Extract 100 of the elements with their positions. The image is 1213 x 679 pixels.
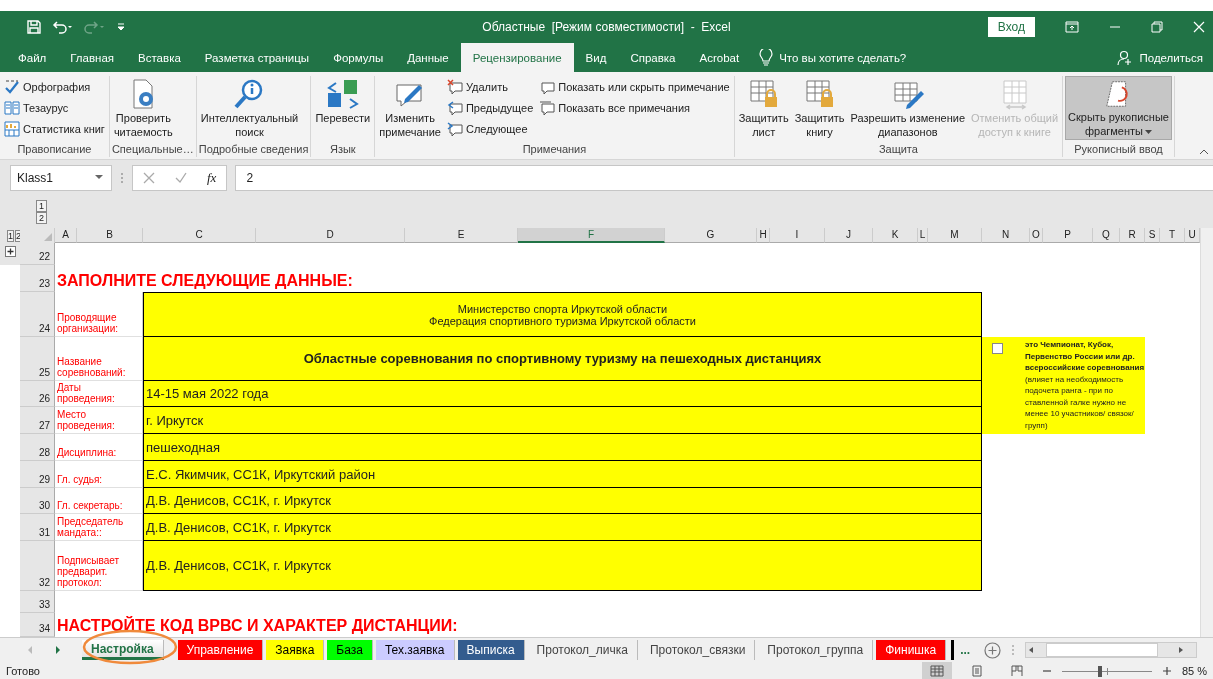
row-header[interactable]: 28 xyxy=(20,434,55,461)
ribbon-button[interactable]: Разрешить изменение диапазонов xyxy=(848,76,967,140)
sheet-tab[interactable]: Выписка xyxy=(457,640,525,660)
field-value[interactable]: пешеходная xyxy=(143,434,982,461)
sheet-tab[interactable]: Заявка xyxy=(266,640,325,660)
ribbon-button[interactable]: Тезаурус xyxy=(2,97,107,118)
ribbon-button[interactable]: Следующее xyxy=(444,118,536,139)
field-value[interactable]: Д.В. Денисов, СС1К, г. Иркутск xyxy=(143,541,982,591)
column-header[interactable]: I xyxy=(770,228,825,243)
row-header[interactable]: 33 xyxy=(20,591,55,613)
status-text: Готово xyxy=(6,664,40,677)
field-value[interactable]: Д.В. Денисов, СС1К, г. Иркутск xyxy=(143,514,982,541)
ribbon-button[interactable]: Орфография xyxy=(2,76,107,97)
column-header[interactable]: P xyxy=(1043,228,1093,243)
column-header[interactable]: K xyxy=(873,228,918,243)
more-tabs-button[interactable]: ... xyxy=(960,643,971,657)
group-label: Язык xyxy=(328,143,357,157)
window-title: Областные [Режим совместимости] - Excel xyxy=(482,20,731,34)
ribbon-button[interactable]: Предыдущее xyxy=(444,97,536,118)
zoom-level[interactable]: 85 % xyxy=(1181,664,1207,677)
menu-tab[interactable]: Справка xyxy=(618,43,688,72)
column-header[interactable]: L xyxy=(918,228,928,243)
menu-tab[interactable]: Вид xyxy=(573,43,619,72)
menu-tab[interactable]: Файл xyxy=(6,43,59,72)
ribbon-button[interactable]: Защитить лист xyxy=(736,76,791,140)
column-header[interactable]: Q xyxy=(1093,228,1120,243)
sheet-tab[interactable]: Тех.заявка xyxy=(375,640,455,660)
row-header[interactable]: 29 xyxy=(20,461,55,488)
sheet-tab[interactable]: Протокол_личка xyxy=(527,640,638,660)
ribbon-button[interactable]: Проверить читаемость xyxy=(111,76,175,140)
ribbon-button[interactable]: Показать все примечания xyxy=(537,97,732,118)
row-header[interactable]: 27 xyxy=(20,407,55,434)
column-header[interactable]: S xyxy=(1145,228,1160,243)
ribbon-button[interactable]: Перевести xyxy=(313,76,373,140)
outline-level-button[interactable]: 2 xyxy=(36,211,47,224)
column-header[interactable]: G xyxy=(665,228,757,243)
column-header[interactable]: J xyxy=(825,228,873,243)
column-header[interactable]: O xyxy=(1030,228,1043,243)
sign-in-button[interactable]: Вход xyxy=(987,17,1035,37)
name-box[interactable]: Klass1 xyxy=(10,164,112,191)
column-header[interactable]: B xyxy=(77,228,143,243)
row-header[interactable]: 25 xyxy=(20,337,55,381)
menu-tab[interactable]: Данные xyxy=(395,43,461,72)
menu-tab[interactable]: Рецензирование xyxy=(460,43,574,72)
row-header[interactable]: 31 xyxy=(20,514,55,541)
column-header[interactable]: A xyxy=(55,228,77,243)
group-label: Защита xyxy=(877,143,919,157)
sheet-tab[interactable]: Протокол_группа xyxy=(758,640,874,660)
group-label: Специальные… xyxy=(111,143,194,157)
ribbon-button[interactable]: Скрыть рукописные фрагменты xyxy=(1065,76,1172,140)
sheet-tab[interactable]: Настройка xyxy=(82,640,164,660)
sheet-tab[interactable]: Финишка xyxy=(876,640,947,660)
group-label: Рукописный ввод xyxy=(1073,143,1164,157)
column-header[interactable]: U xyxy=(1185,228,1200,243)
column-header[interactable]: D xyxy=(256,228,405,243)
sheet-tab[interactable]: Протокол_связки xyxy=(640,640,756,660)
menu-tab[interactable]: Разметка страницы xyxy=(192,43,322,72)
section-heading: ЗАПОЛНИТЕ СЛЕДУЮЩИЕ ДАННЫЕ: xyxy=(56,271,354,291)
field-value[interactable]: Министерство спорта Иркутской области Федерация спортивного туризма Иркутской области xyxy=(143,292,982,337)
row-header[interactable]: 24 xyxy=(20,292,55,337)
share-button[interactable]: Поделиться xyxy=(1139,51,1203,64)
row-header[interactable]: 30 xyxy=(20,488,55,514)
column-header[interactable]: H xyxy=(757,228,770,243)
group-label: Подробные сведения xyxy=(198,143,309,157)
row-header[interactable]: 26 xyxy=(20,381,55,407)
menu-tab[interactable]: Главная xyxy=(58,43,127,72)
column-header[interactable]: M xyxy=(928,228,982,243)
outline-level-button[interactable]: 1 xyxy=(36,199,47,212)
column-header[interactable]: T xyxy=(1160,228,1185,243)
field-value[interactable]: Областные соревнования по спортивному туризму на пешеходных дистанциях xyxy=(143,337,982,381)
field-value[interactable]: 14-15 мая 2022 года xyxy=(143,381,982,407)
ribbon-button[interactable]: Защитить книгу xyxy=(792,76,847,140)
field-value[interactable]: Д.В. Денисов, СС1К, г. Иркутск xyxy=(143,488,982,514)
menu-tab[interactable]: Acrobat xyxy=(687,43,752,72)
ribbon-button[interactable]: Показать или скрыть примечание xyxy=(537,76,732,97)
menu-tab[interactable]: Формулы xyxy=(321,43,396,72)
row-header[interactable]: 22 xyxy=(20,243,55,265)
column-header[interactable]: R xyxy=(1120,228,1145,243)
column-header[interactable]: E xyxy=(405,228,518,243)
menu-tab[interactable]: Вставка xyxy=(126,43,193,72)
field-value[interactable]: Е.С. Якимчик, СС1К, Иркутский район xyxy=(143,461,982,488)
column-header[interactable]: C xyxy=(143,228,256,243)
insert-function-button[interactable]: fx xyxy=(207,169,217,186)
formula-input[interactable]: 2 xyxy=(235,164,1213,191)
group-label: Правописание xyxy=(16,143,93,157)
note-text: это Чемпионат, Кубок, Первенство России или др. всероссийские соревнования (влияет на необходимость подочета ранга - при по ставленной галке нужно не менее 10 участников/ связок/ групп) xyxy=(1025,339,1145,432)
sheet-tab[interactable]: База xyxy=(327,640,373,660)
column-header[interactable]: N xyxy=(982,228,1030,243)
outline-level-button[interactable]: 1 xyxy=(7,229,14,242)
row-header[interactable]: 34 xyxy=(20,613,55,637)
ribbon-button[interactable]: Статистика книг xyxy=(2,118,107,139)
ribbon-button[interactable]: Изменить примечание xyxy=(377,76,443,140)
tell-me-field[interactable]: Что вы хотите сделать? xyxy=(779,51,907,64)
column-header[interactable]: F xyxy=(518,228,665,243)
sheet-tab[interactable]: Управление xyxy=(177,640,264,660)
ribbon-button[interactable]: Удалить xyxy=(444,76,536,97)
field-value[interactable]: г. Иркутск xyxy=(143,407,982,434)
row-header[interactable]: 23 xyxy=(20,265,55,292)
ribbon-button[interactable]: Интеллектуальный поиск xyxy=(198,76,301,140)
row-header[interactable]: 32 xyxy=(20,541,55,591)
